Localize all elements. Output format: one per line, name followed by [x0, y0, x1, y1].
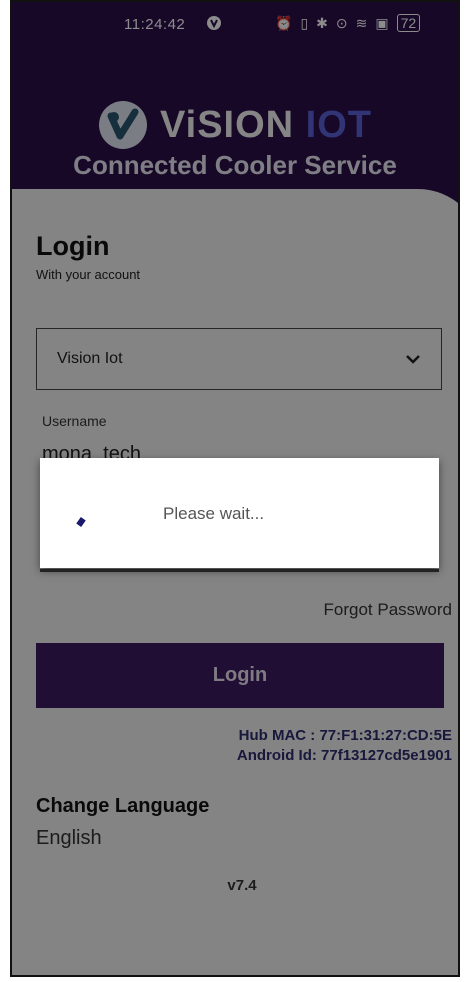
- please-wait-message: Please wait...: [163, 504, 265, 523]
- dialog-underline: [40, 569, 439, 572]
- loading-spinner-icon: [76, 517, 86, 527]
- progress-dialog: Please wait...: [40, 458, 439, 572]
